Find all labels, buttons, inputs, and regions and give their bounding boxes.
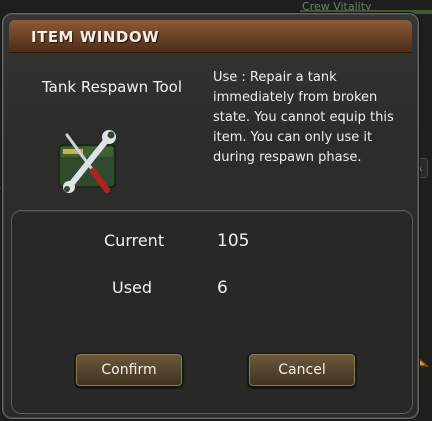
item-description: Use : Repair a tank immediately from bro… xyxy=(213,70,394,165)
used-value: 6 xyxy=(217,278,228,298)
background-crew-vitality-label: Crew Vitality xyxy=(302,0,372,13)
current-value: 105 xyxy=(217,231,250,251)
wrench-screwdriver-toolbox-icon xyxy=(58,130,116,193)
item-window: ITEM WINDOW Tank Respawn Tool Use : Repa… xyxy=(2,13,419,419)
stats-panel: Current 105 Used 6 Confirm Cancel xyxy=(11,210,413,414)
confirm-button[interactable]: Confirm xyxy=(75,353,183,387)
used-label: Used xyxy=(112,278,153,297)
current-label: Current xyxy=(104,231,165,250)
cancel-button[interactable]: Cancel xyxy=(248,353,356,387)
title-bar[interactable]: ITEM WINDOW xyxy=(9,20,412,53)
item-name: Tank Respawn Tool xyxy=(42,78,183,96)
window-title: ITEM WINDOW xyxy=(31,28,160,46)
